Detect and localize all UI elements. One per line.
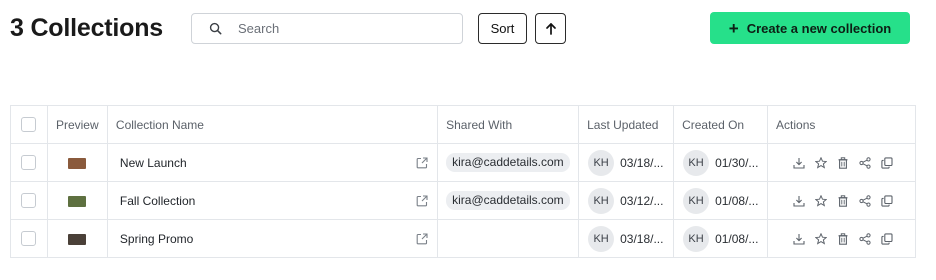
table-row[interactable]: Fall Collection kira@caddetails.com KH 0… bbox=[10, 181, 916, 220]
create-collection-label: Create a new collection bbox=[746, 20, 892, 36]
preview-thumbnail[interactable] bbox=[68, 195, 87, 207]
collection-name[interactable]: Fall Collection bbox=[120, 194, 195, 208]
created-on-date: 01/08/... bbox=[715, 231, 759, 246]
last-updated-cell: KH 03/12/... bbox=[578, 181, 675, 220]
created-on-date: 01/08/... bbox=[715, 193, 759, 208]
shared-with-cell: kira@caddetails.com bbox=[437, 181, 580, 220]
sort-direction-button[interactable] bbox=[535, 13, 566, 44]
share-icon[interactable] bbox=[858, 232, 871, 245]
column-header-shared-with[interactable]: Shared With bbox=[437, 105, 580, 144]
select-all-cell bbox=[10, 105, 48, 144]
search-icon bbox=[200, 13, 228, 44]
column-header-last-updated[interactable]: Last Updated bbox=[578, 105, 675, 144]
collection-name-cell: New Launch bbox=[106, 143, 439, 182]
star-icon[interactable] bbox=[814, 232, 827, 245]
top-bar: 3 Collections Sort + Create a new collec… bbox=[0, 0, 936, 56]
column-header-collection-name[interactable]: Collection Name bbox=[106, 105, 439, 144]
page-title: 3 Collections bbox=[10, 14, 163, 42]
star-icon[interactable] bbox=[814, 156, 827, 169]
external-link-icon[interactable] bbox=[415, 232, 429, 246]
shared-email-badge: kira@caddetails.com bbox=[446, 153, 570, 172]
column-header-preview: Preview bbox=[46, 105, 108, 144]
table-row[interactable]: Spring Promo KH 03/18/... KH 01/08/... bbox=[10, 219, 916, 258]
external-link-icon[interactable] bbox=[415, 194, 429, 208]
last-updated-cell: KH 03/18/... bbox=[578, 219, 675, 258]
trash-icon[interactable] bbox=[836, 194, 849, 207]
column-header-actions: Actions bbox=[767, 105, 916, 144]
collection-name-cell: Fall Collection bbox=[106, 181, 439, 220]
row-checkbox[interactable] bbox=[21, 193, 36, 208]
last-updated-cell: KH 03/18/... bbox=[578, 143, 675, 182]
created-by-avatar: KH bbox=[683, 149, 710, 176]
preview-thumbnail[interactable] bbox=[68, 233, 87, 245]
create-collection-button[interactable]: + Create a new collection bbox=[710, 12, 910, 44]
column-header-created-on[interactable]: Created On bbox=[673, 105, 769, 144]
created-on-date: 01/30/... bbox=[715, 155, 759, 170]
search-input[interactable] bbox=[228, 14, 448, 43]
download-icon[interactable] bbox=[792, 156, 805, 169]
row-select-cell bbox=[10, 219, 48, 258]
preview-cell bbox=[46, 219, 108, 258]
star-icon[interactable] bbox=[814, 194, 827, 207]
duplicate-icon[interactable] bbox=[880, 156, 893, 169]
plus-icon: + bbox=[728, 18, 739, 38]
updated-by-avatar: KH bbox=[588, 225, 615, 252]
table-header-row: Preview Collection Name Shared With Last… bbox=[10, 105, 916, 144]
collection-name-cell: Spring Promo bbox=[106, 219, 439, 258]
external-link-icon[interactable] bbox=[415, 156, 429, 170]
last-updated-date: 03/18/... bbox=[620, 155, 664, 170]
shared-with-cell: kira@caddetails.com bbox=[437, 143, 580, 182]
preview-cell bbox=[46, 143, 108, 182]
share-icon[interactable] bbox=[858, 156, 871, 169]
collection-name[interactable]: New Launch bbox=[120, 156, 187, 170]
download-icon[interactable] bbox=[792, 232, 805, 245]
preview-thumbnail[interactable] bbox=[68, 157, 87, 169]
shared-email-badge: kira@caddetails.com bbox=[446, 191, 570, 210]
updated-by-avatar: KH bbox=[588, 149, 615, 176]
actions-cell bbox=[767, 143, 916, 182]
collections-table: Preview Collection Name Shared With Last… bbox=[10, 105, 916, 258]
updated-by-avatar: KH bbox=[588, 187, 615, 214]
duplicate-icon[interactable] bbox=[880, 232, 893, 245]
last-updated-date: 03/18/... bbox=[620, 231, 664, 246]
created-by-avatar: KH bbox=[683, 225, 710, 252]
row-select-cell bbox=[10, 143, 48, 182]
trash-icon[interactable] bbox=[836, 232, 849, 245]
duplicate-icon[interactable] bbox=[880, 194, 893, 207]
trash-icon[interactable] bbox=[836, 156, 849, 169]
table-row[interactable]: New Launch kira@caddetails.com KH 03/18/… bbox=[10, 143, 916, 182]
created-by-avatar: KH bbox=[683, 187, 710, 214]
actions-cell bbox=[767, 181, 916, 220]
collection-name[interactable]: Spring Promo bbox=[120, 232, 193, 246]
share-icon[interactable] bbox=[858, 194, 871, 207]
actions-cell bbox=[767, 219, 916, 258]
created-on-cell: KH 01/08/... bbox=[673, 219, 769, 258]
preview-cell bbox=[46, 181, 108, 220]
search-box[interactable] bbox=[191, 13, 463, 44]
created-on-cell: KH 01/30/... bbox=[673, 143, 769, 182]
created-on-cell: KH 01/08/... bbox=[673, 181, 769, 220]
last-updated-date: 03/12/... bbox=[620, 193, 664, 208]
download-icon[interactable] bbox=[792, 194, 805, 207]
row-checkbox[interactable] bbox=[21, 231, 36, 246]
arrow-up-icon bbox=[545, 22, 557, 35]
sort-button[interactable]: Sort bbox=[478, 13, 527, 44]
row-select-cell bbox=[10, 181, 48, 220]
row-checkbox[interactable] bbox=[21, 155, 36, 170]
shared-with-cell bbox=[437, 219, 580, 258]
select-all-checkbox[interactable] bbox=[21, 117, 36, 132]
